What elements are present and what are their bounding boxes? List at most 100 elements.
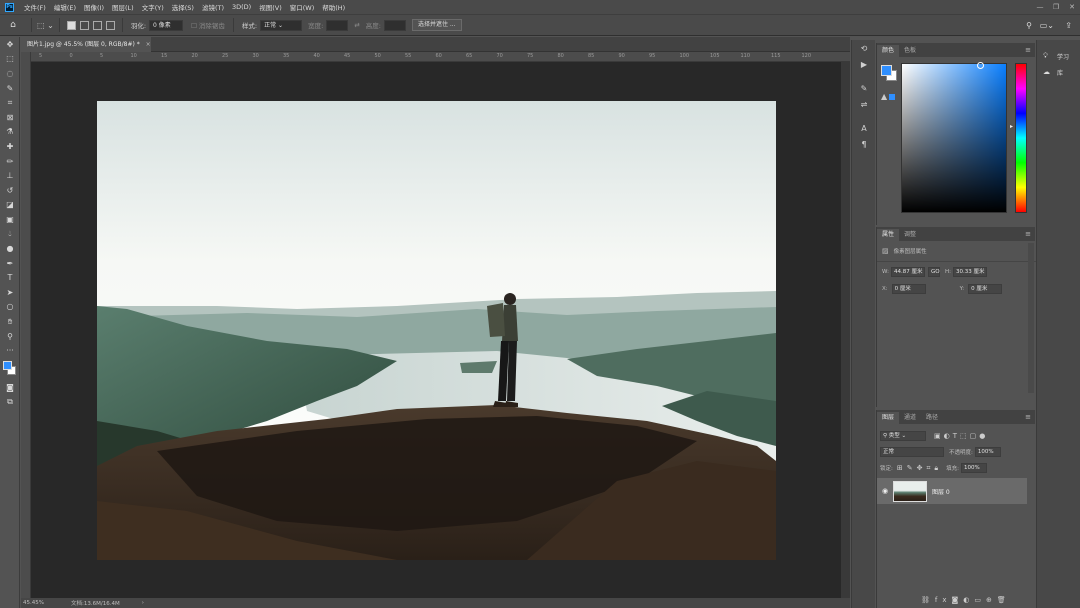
color-picker-cursor[interactable] [977,62,984,69]
lock-icons[interactable]: ⊞✎✥⌗🔒︎ [897,464,942,473]
eyedropper-tool-icon[interactable]: ⚗ [0,125,20,140]
move-tool-icon[interactable]: ✥ [0,37,20,52]
style-select[interactable]: 正常 ⌄ [260,19,303,31]
search-icon[interactable]: ⚲ [1026,21,1032,30]
visibility-eye-icon[interactable]: ◉ [877,487,893,495]
layer-style-icon[interactable]: fx [935,596,952,604]
menu-view[interactable]: 视图(V) [255,2,286,12]
tab-paths[interactable]: 路径 [921,412,943,424]
frame-tool-icon[interactable]: ⊠ [0,110,20,125]
actions-panel-icon[interactable]: ▶ [852,56,876,72]
crop-tool-icon[interactable]: ⌗ [0,95,20,110]
layer-name[interactable]: 图层 0 [932,487,950,496]
menu-type[interactable]: 文字(Y) [138,2,168,12]
antialias-checkbox[interactable]: ☐ 消除锯齿 [191,20,225,30]
color-picker-field[interactable] [901,62,1007,213]
swap-dimensions-icon[interactable]: ⇄ [354,21,359,29]
menu-help[interactable]: 帮助(H) [318,2,349,12]
menu-window[interactable]: 窗口(W) [286,2,319,12]
select-and-mask-button[interactable]: 选择并遮住 ... [411,19,462,31]
shape-tool-icon[interactable]: ○ [0,300,20,315]
status-menu-arrow-icon[interactable]: › [142,600,144,606]
add-selection-icon[interactable] [79,20,89,30]
panel-menu-icon[interactable]: ≡ [1025,230,1031,238]
blur-tool-icon[interactable]: 💧︎ [0,227,20,242]
subtract-selection-icon[interactable] [92,20,102,30]
path-select-tool-icon[interactable]: ➤ [0,285,20,300]
brush-tool-icon[interactable]: ✏ [0,154,20,169]
properties-scrollbar[interactable] [1028,243,1034,393]
history-brush-tool-icon[interactable]: ↺ [0,183,20,198]
close-tab-icon[interactable]: × [146,41,151,48]
history-panel-icon[interactable]: ⟲ [852,40,876,56]
close-icon[interactable]: ✕ [1064,0,1080,14]
healing-brush-tool-icon[interactable]: ✚ [0,139,20,154]
hand-tool-icon[interactable]: ✋︎ [0,314,20,329]
x-field[interactable]: 0 厘米 [891,284,926,294]
menu-3d[interactable]: 3D(D) [228,3,255,11]
add-mask-icon[interactable]: ◙ [952,596,964,604]
web-safe-color-swatch[interactable] [889,94,895,100]
marquee-preset-icon[interactable]: ⬚ ⌄ [37,21,54,30]
menu-filter[interactable]: 滤镜(T) [198,2,228,12]
hue-slider-handle-icon[interactable]: ▸ [1010,123,1013,130]
dodge-tool-icon[interactable]: ● [0,241,20,256]
link-dimensions-button[interactable]: GO [927,267,940,277]
tab-color[interactable]: 颜色 [877,45,900,57]
menu-edit[interactable]: 编辑(E) [50,2,80,12]
brush-settings-icon[interactable]: ✎ [852,80,876,96]
type-tool-icon[interactable]: T [0,271,20,286]
menu-image[interactable]: 图像(I) [80,2,108,12]
more-tools-icon[interactable]: ··· [0,343,20,358]
new-selection-icon[interactable] [66,20,76,30]
eraser-tool-icon[interactable]: ◪ [0,198,20,213]
y-field[interactable]: 0 厘米 [968,284,1003,294]
menu-file[interactable]: 文件(F) [20,2,50,12]
panel-foreground-swatch[interactable] [881,65,892,76]
layer-filter-icons[interactable]: ▣◐T⬚▢● [934,432,988,440]
workspace-icon[interactable]: ▭⌄ [1040,21,1054,30]
tab-swatches[interactable]: 色板 [899,45,921,57]
paragraph-panel-icon[interactable]: ¶ [852,136,876,152]
color-swatches[interactable] [0,358,20,380]
document-image[interactable] [97,101,776,560]
layer-row[interactable]: ◉ 图层 0 [877,478,1027,504]
intersect-selection-icon[interactable] [105,20,115,30]
minimize-icon[interactable]: — [1032,0,1048,14]
learn-item[interactable]: 💡︎ 学习 [1037,48,1080,64]
delete-layer-icon[interactable]: 🗑︎ [997,596,1011,604]
foreground-color-swatch[interactable] [3,361,12,371]
hue-slider[interactable] [1015,63,1027,213]
menu-select[interactable]: 选择(S) [168,2,198,12]
tab-layers[interactable]: 图层 [877,412,900,424]
fill-field[interactable]: 100% [960,463,987,473]
clone-stamp-tool-icon[interactable]: ⊥ [0,168,20,183]
color-panel-swatches[interactable] [881,65,897,81]
height-field[interactable]: 30.33 厘米 [952,267,987,277]
new-layer-icon[interactable]: ⊕ [986,596,997,604]
character-panel-icon[interactable]: A [852,120,876,136]
width-input[interactable] [326,19,349,31]
panel-menu-icon[interactable]: ≡ [1025,413,1031,421]
libraries-item[interactable]: ☁ 库 [1037,64,1080,80]
width-field[interactable]: 44.87 厘米 [890,267,925,277]
marquee-tool-icon[interactable]: ⬚ [0,52,20,67]
document-tab[interactable]: 图片1.jpg @ 45.5% (图层 0, RGB/8#) * × [21,37,151,52]
lasso-tool-icon[interactable]: ◌ [0,66,20,81]
adjustment-layer-icon[interactable]: ◐ [963,596,974,604]
zoom-tool-icon[interactable]: ⚲ [0,329,20,344]
feather-input[interactable]: 0 像素 [149,19,184,31]
share-icon[interactable]: ⇪ [1065,21,1072,30]
tab-adjustments[interactable]: 调整 [899,229,921,241]
home-icon[interactable]: ⌂ [0,20,26,30]
height-input[interactable] [383,19,406,31]
restore-icon[interactable]: ❐ [1048,0,1064,14]
quick-select-tool-icon[interactable]: ✎ [0,81,20,96]
opacity-field[interactable]: 100% [974,447,1001,457]
screen-mode-icon[interactable]: ⧉ [0,395,20,410]
new-group-icon[interactable]: ▭ [974,596,986,604]
quick-mask-icon[interactable]: ◙ [0,380,20,395]
pen-tool-icon[interactable]: ✒ [0,256,20,271]
link-layers-icon[interactable]: ⛓ [921,596,935,604]
tab-channels[interactable]: 通道 [899,412,921,424]
